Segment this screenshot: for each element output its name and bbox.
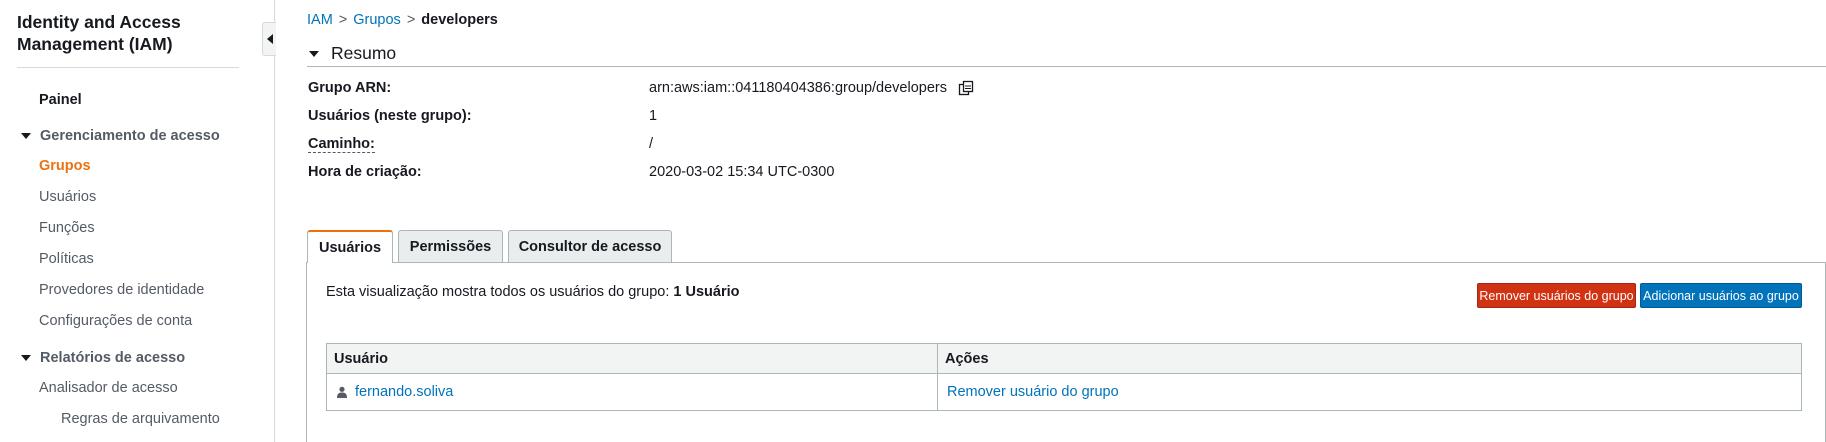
user-link[interactable]: fernando.soliva [355, 384, 453, 400]
caret-down-icon [309, 50, 319, 57]
caret-down-icon [21, 133, 31, 139]
sidebar-section-label: Gerenciamento de acesso [40, 128, 220, 144]
sidebar-item-account-settings[interactable]: Configurações de conta [39, 313, 192, 329]
table-header: Usuário Ações [327, 344, 1801, 374]
users-table: Usuário Ações fernando.soliva Remover us… [326, 343, 1802, 411]
breadcrumb: IAM > Grupos > developers [307, 12, 498, 28]
sidebar-item-users[interactable]: Usuários [39, 189, 96, 205]
copy-icon[interactable] [958, 80, 974, 96]
field-label-users-in-group: Usuários (neste grupo): [308, 108, 472, 124]
summary-title: Resumo [331, 43, 397, 63]
breadcrumb-groups[interactable]: Grupos [353, 12, 401, 28]
user-icon [337, 386, 347, 398]
sidebar-item-policies[interactable]: Políticas [39, 251, 94, 267]
breadcrumb-separator: > [406, 12, 416, 28]
field-label-path: Caminho: [308, 136, 375, 153]
breadcrumb-separator: > [338, 12, 348, 28]
table-cell-actions: Remover usuário do grupo [938, 374, 1801, 410]
sidebar-item-roles[interactable]: Funções [39, 220, 95, 236]
add-users-button[interactable]: Adicionar usuários ao grupo [1640, 283, 1802, 308]
tab-access-advisor[interactable]: Consultor de acesso [508, 230, 672, 262]
group-arn-text: arn:aws:iam::041180404386:group/develope… [649, 80, 947, 96]
sidebar-item-groups[interactable]: Grupos [39, 158, 91, 174]
sidebar-item-dashboard[interactable]: Painel [39, 92, 82, 108]
user-count: 1 Usuário [673, 284, 740, 300]
sidebar-section-access-management[interactable]: Gerenciamento de acesso [21, 128, 220, 144]
tab-permissions[interactable]: Permissões [398, 230, 503, 262]
field-label-group-arn: Grupo ARN: [308, 80, 392, 96]
field-value-creation-time: 2020-03-02 15:34 UTC-0300 [649, 164, 835, 180]
sidebar-section-access-reports[interactable]: Relatórios de acesso [21, 350, 185, 366]
field-value-path: / [649, 136, 654, 152]
tab-users[interactable]: Usuários [307, 230, 393, 263]
remove-users-button[interactable]: Remover usuários do grupo [1477, 283, 1636, 308]
field-value-users-in-group: 1 [649, 108, 658, 124]
chevron-left-icon [266, 34, 273, 44]
sidebar-item-archive-rules[interactable]: Regras de arquivamento [61, 411, 220, 427]
sidebar-title: Identity and Access Management (IAM) [17, 12, 181, 54]
sidebar-divider [17, 67, 239, 68]
column-header-actions[interactable]: Ações [938, 344, 1801, 373]
sidebar-item-identity-providers[interactable]: Provedores de identidade [39, 282, 204, 298]
column-header-user[interactable]: Usuário [327, 344, 938, 373]
breadcrumb-current: developers [421, 12, 498, 28]
table-row: fernando.soliva Remover usuário do grupo [327, 374, 1801, 410]
description-text: Esta visualização mostra todos os usuári… [326, 284, 674, 300]
sidebar: Identity and Access Management (IAM) Pai… [0, 0, 275, 442]
table-cell-user: fernando.soliva [327, 374, 938, 410]
path-label-text: Caminho: [308, 136, 375, 153]
summary-toggle[interactable]: Resumo [309, 43, 396, 64]
sidebar-item-access-analyzer[interactable]: Analisador de acesso [39, 380, 178, 396]
caret-down-icon [21, 355, 31, 361]
sidebar-collapse-button[interactable] [262, 22, 276, 56]
remove-user-link[interactable]: Remover usuário do grupo [947, 384, 1119, 400]
sidebar-section-label: Relatórios de acesso [40, 350, 186, 366]
users-panel-description: Esta visualização mostra todos os usuári… [326, 284, 739, 300]
breadcrumb-iam[interactable]: IAM [307, 12, 333, 28]
summary-divider [307, 66, 1826, 67]
field-label-creation-time: Hora de criação: [308, 164, 422, 180]
field-value-group-arn: arn:aws:iam::041180404386:group/develope… [649, 80, 974, 96]
